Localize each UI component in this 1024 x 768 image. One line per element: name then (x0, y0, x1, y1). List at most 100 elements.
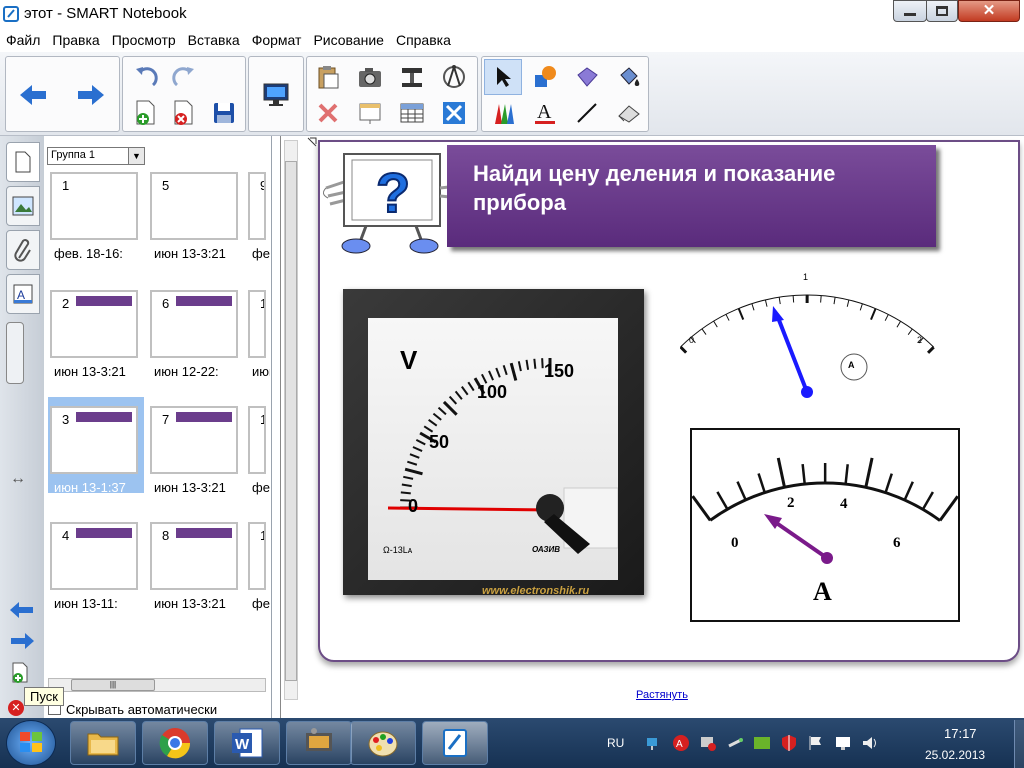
screen-shade-button[interactable] (257, 77, 295, 113)
taskbar-explorer[interactable] (70, 721, 136, 765)
security-tray-icon[interactable] (780, 734, 798, 752)
taskbar-chrome[interactable] (142, 721, 208, 765)
tab-expand-handle[interactable] (6, 322, 24, 384)
language-indicator[interactable]: RU (607, 736, 624, 750)
nvidia-tray-icon[interactable] (753, 734, 771, 752)
insert-table-button[interactable] (393, 95, 431, 131)
screen-shade-toggle[interactable] (351, 95, 389, 131)
pens-icon (495, 104, 514, 124)
tab-gallery[interactable] (6, 186, 40, 226)
delete-button[interactable] (309, 95, 347, 131)
ammeter1-tick (896, 320, 902, 328)
redo-button[interactable] (165, 59, 203, 95)
add-page-button[interactable] (127, 95, 165, 131)
canvas-vertical-scrollbar[interactable] (284, 140, 298, 700)
paste-button[interactable] (309, 59, 347, 95)
ammeter1-tick (907, 328, 913, 335)
page-thumbnail[interactable]: 6 (150, 290, 238, 358)
add-page-small-icon[interactable] (10, 662, 32, 684)
delete-page-small-icon[interactable]: ✕ (8, 700, 24, 716)
page-thumbnail[interactable]: 9 (248, 172, 266, 240)
page-thumbnail[interactable]: 4 (50, 522, 138, 590)
save-button[interactable] (205, 95, 243, 131)
menu-format[interactable]: Формат (246, 30, 308, 48)
page-thumbnail[interactable]: 1 (248, 290, 266, 358)
menu-help[interactable]: Справка (390, 30, 457, 48)
flag-tray-icon[interactable] (807, 734, 825, 752)
screen-capture-button[interactable] (351, 59, 389, 95)
arrow-left-icon (20, 85, 46, 105)
voltmeter-tick (400, 491, 411, 495)
page-thumbnail[interactable]: 7 (150, 406, 238, 474)
show-desktop-button[interactable] (1014, 720, 1024, 768)
menu-file[interactable]: Файл (0, 30, 46, 48)
display-tray-icon[interactable] (834, 734, 852, 752)
voltmeter-tick (401, 483, 412, 488)
close-button[interactable]: ✕ (958, 0, 1020, 22)
undo-button[interactable] (127, 59, 165, 95)
text-tool[interactable]: A (526, 95, 564, 131)
taskbar-word[interactable]: W (214, 721, 280, 765)
taskbar-smart-notebook[interactable] (422, 721, 488, 765)
stretch-link[interactable]: Растянуть (636, 689, 688, 701)
question-character-icon: ? (322, 153, 461, 254)
display-group (248, 56, 304, 132)
line-tool[interactable] (568, 95, 606, 131)
antivirus-tray-icon[interactable]: A (672, 734, 690, 752)
clock-time[interactable]: 17:17 (944, 726, 977, 741)
menu-insert[interactable]: Вставка (182, 30, 246, 48)
page-thumbnail[interactable]: 1 (50, 172, 138, 240)
page-thumbnail[interactable]: 8 (150, 522, 238, 590)
menu-view[interactable]: Просмотр (106, 30, 182, 48)
voltmeter-tick (403, 475, 414, 480)
full-screen-button[interactable] (435, 95, 473, 131)
forward-button[interactable] (72, 77, 110, 113)
gem-icon (577, 67, 598, 87)
voltmeter-tick (495, 367, 501, 378)
page-thumbnail[interactable]: 2 (50, 290, 138, 358)
usb-tray-icon[interactable] (726, 734, 744, 752)
slide-title-banner: Найди цену деления и показание прибора (447, 145, 936, 247)
properties-icon: A (13, 284, 33, 304)
fill-tool[interactable] (610, 59, 648, 95)
eraser-shape-tool[interactable] (568, 59, 606, 95)
menu-edit[interactable]: Правка (46, 30, 105, 48)
page-thumbnail[interactable]: 3 (50, 406, 138, 474)
tab-page-sorter[interactable] (6, 142, 40, 182)
delete-page-button[interactable] (165, 95, 203, 131)
measurement-tools-button[interactable] (435, 59, 473, 95)
page-thumbnail[interactable]: 1 (248, 406, 266, 474)
tab-attachments[interactable] (6, 230, 40, 270)
voltmeter-tick (409, 453, 420, 459)
start-button[interactable] (6, 720, 56, 766)
tab-properties[interactable]: A (6, 274, 40, 314)
menu-draw[interactable]: Рисование (307, 30, 390, 48)
volume-tray-icon[interactable] (861, 734, 879, 752)
ammeter1-tick (751, 303, 755, 311)
document-camera-button[interactable] (393, 59, 431, 95)
page-thumbnail[interactable]: 1 (248, 522, 266, 590)
arrow-right-small-icon[interactable] (9, 632, 35, 650)
table-icon (400, 103, 424, 123)
chevron-down-icon[interactable]: ▼ (128, 148, 144, 164)
voltmeter-tick (423, 425, 434, 433)
taskbar-document-camera[interactable] (286, 721, 352, 765)
arrow-left-small-icon[interactable] (9, 601, 35, 619)
back-button[interactable] (14, 77, 52, 113)
clock-date[interactable]: 25.02.2013 (925, 748, 985, 762)
resize-arrows-icon[interactable]: ↔ (10, 470, 26, 488)
pens-tool[interactable] (484, 95, 522, 131)
select-tool[interactable] (484, 59, 522, 95)
network-error-tray-icon[interactable] (699, 734, 717, 752)
group-select[interactable]: Группа 1 ▼ (47, 147, 145, 165)
network-tray-icon[interactable] (645, 734, 663, 752)
sorter-scrollbar[interactable]: ||| (48, 678, 266, 692)
voltmeter-tick (415, 439, 426, 446)
taskbar-paint[interactable] (350, 721, 416, 765)
ammeter1-symbol: A (848, 360, 855, 370)
shapes-tool[interactable] (526, 59, 564, 95)
maximize-button[interactable] (926, 0, 958, 22)
page-thumbnail[interactable]: 5 (150, 172, 238, 240)
eraser-tool[interactable] (610, 95, 648, 131)
minimize-button[interactable] (893, 0, 927, 22)
